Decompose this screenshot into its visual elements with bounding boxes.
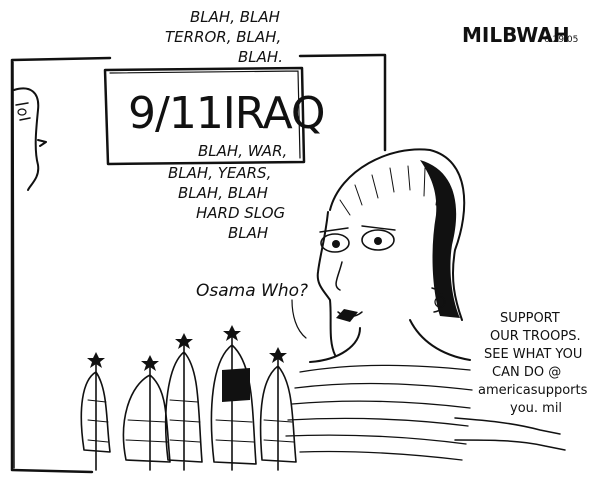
tv-speech-line: BLAH. <box>238 48 283 66</box>
tv-speech-line: BLAH, BLAH <box>178 184 268 202</box>
caption-line: SEE WHAT YOU <box>484 347 582 362</box>
editorial-cartoon: BLAH, BLAH TERROR, BLAH, BLAH. 9/11IRAQ … <box>10 8 588 474</box>
tv-speech-line: HARD SLOG <box>196 204 285 222</box>
tv-speech-line: BLAH, YEARS, <box>168 164 271 182</box>
flag <box>164 333 203 471</box>
viewer-speech-text: Osama Who? <box>196 281 308 301</box>
caption-line: americasupports <box>478 383 588 398</box>
artist-signature: MILBWAH 6·29·05 <box>462 23 578 47</box>
support-caption: SUPPORT OUR TROOPS. SEE WHAT YOU CAN DO … <box>478 311 588 416</box>
flag <box>80 352 111 471</box>
caption-line: OUR TROOPS. <box>490 329 581 344</box>
tv-speech-line: TERROR, BLAH, <box>165 28 281 46</box>
viewer-speech: Osama Who? <box>196 281 308 339</box>
caption-line: you. mil <box>510 401 562 416</box>
tv-speech-line: BLAH, BLAH <box>190 8 280 26</box>
signature-date: 6·29·05 <box>544 35 578 45</box>
tv-speech-line: BLAH <box>228 224 268 242</box>
caption-line: SUPPORT <box>500 311 560 326</box>
flag <box>122 355 171 471</box>
flag <box>210 325 257 471</box>
caption-line: CAN DO @ <box>492 365 561 380</box>
politician-on-tv <box>13 87 47 191</box>
tv-speech-line: BLAH, WAR, <box>198 142 287 160</box>
flag <box>259 347 297 471</box>
tv-headline: 9/11IRAQ <box>128 88 325 139</box>
flags <box>80 325 297 471</box>
tv-speech: BLAH, BLAH TERROR, BLAH, BLAH. 9/11IRAQ … <box>128 8 326 242</box>
